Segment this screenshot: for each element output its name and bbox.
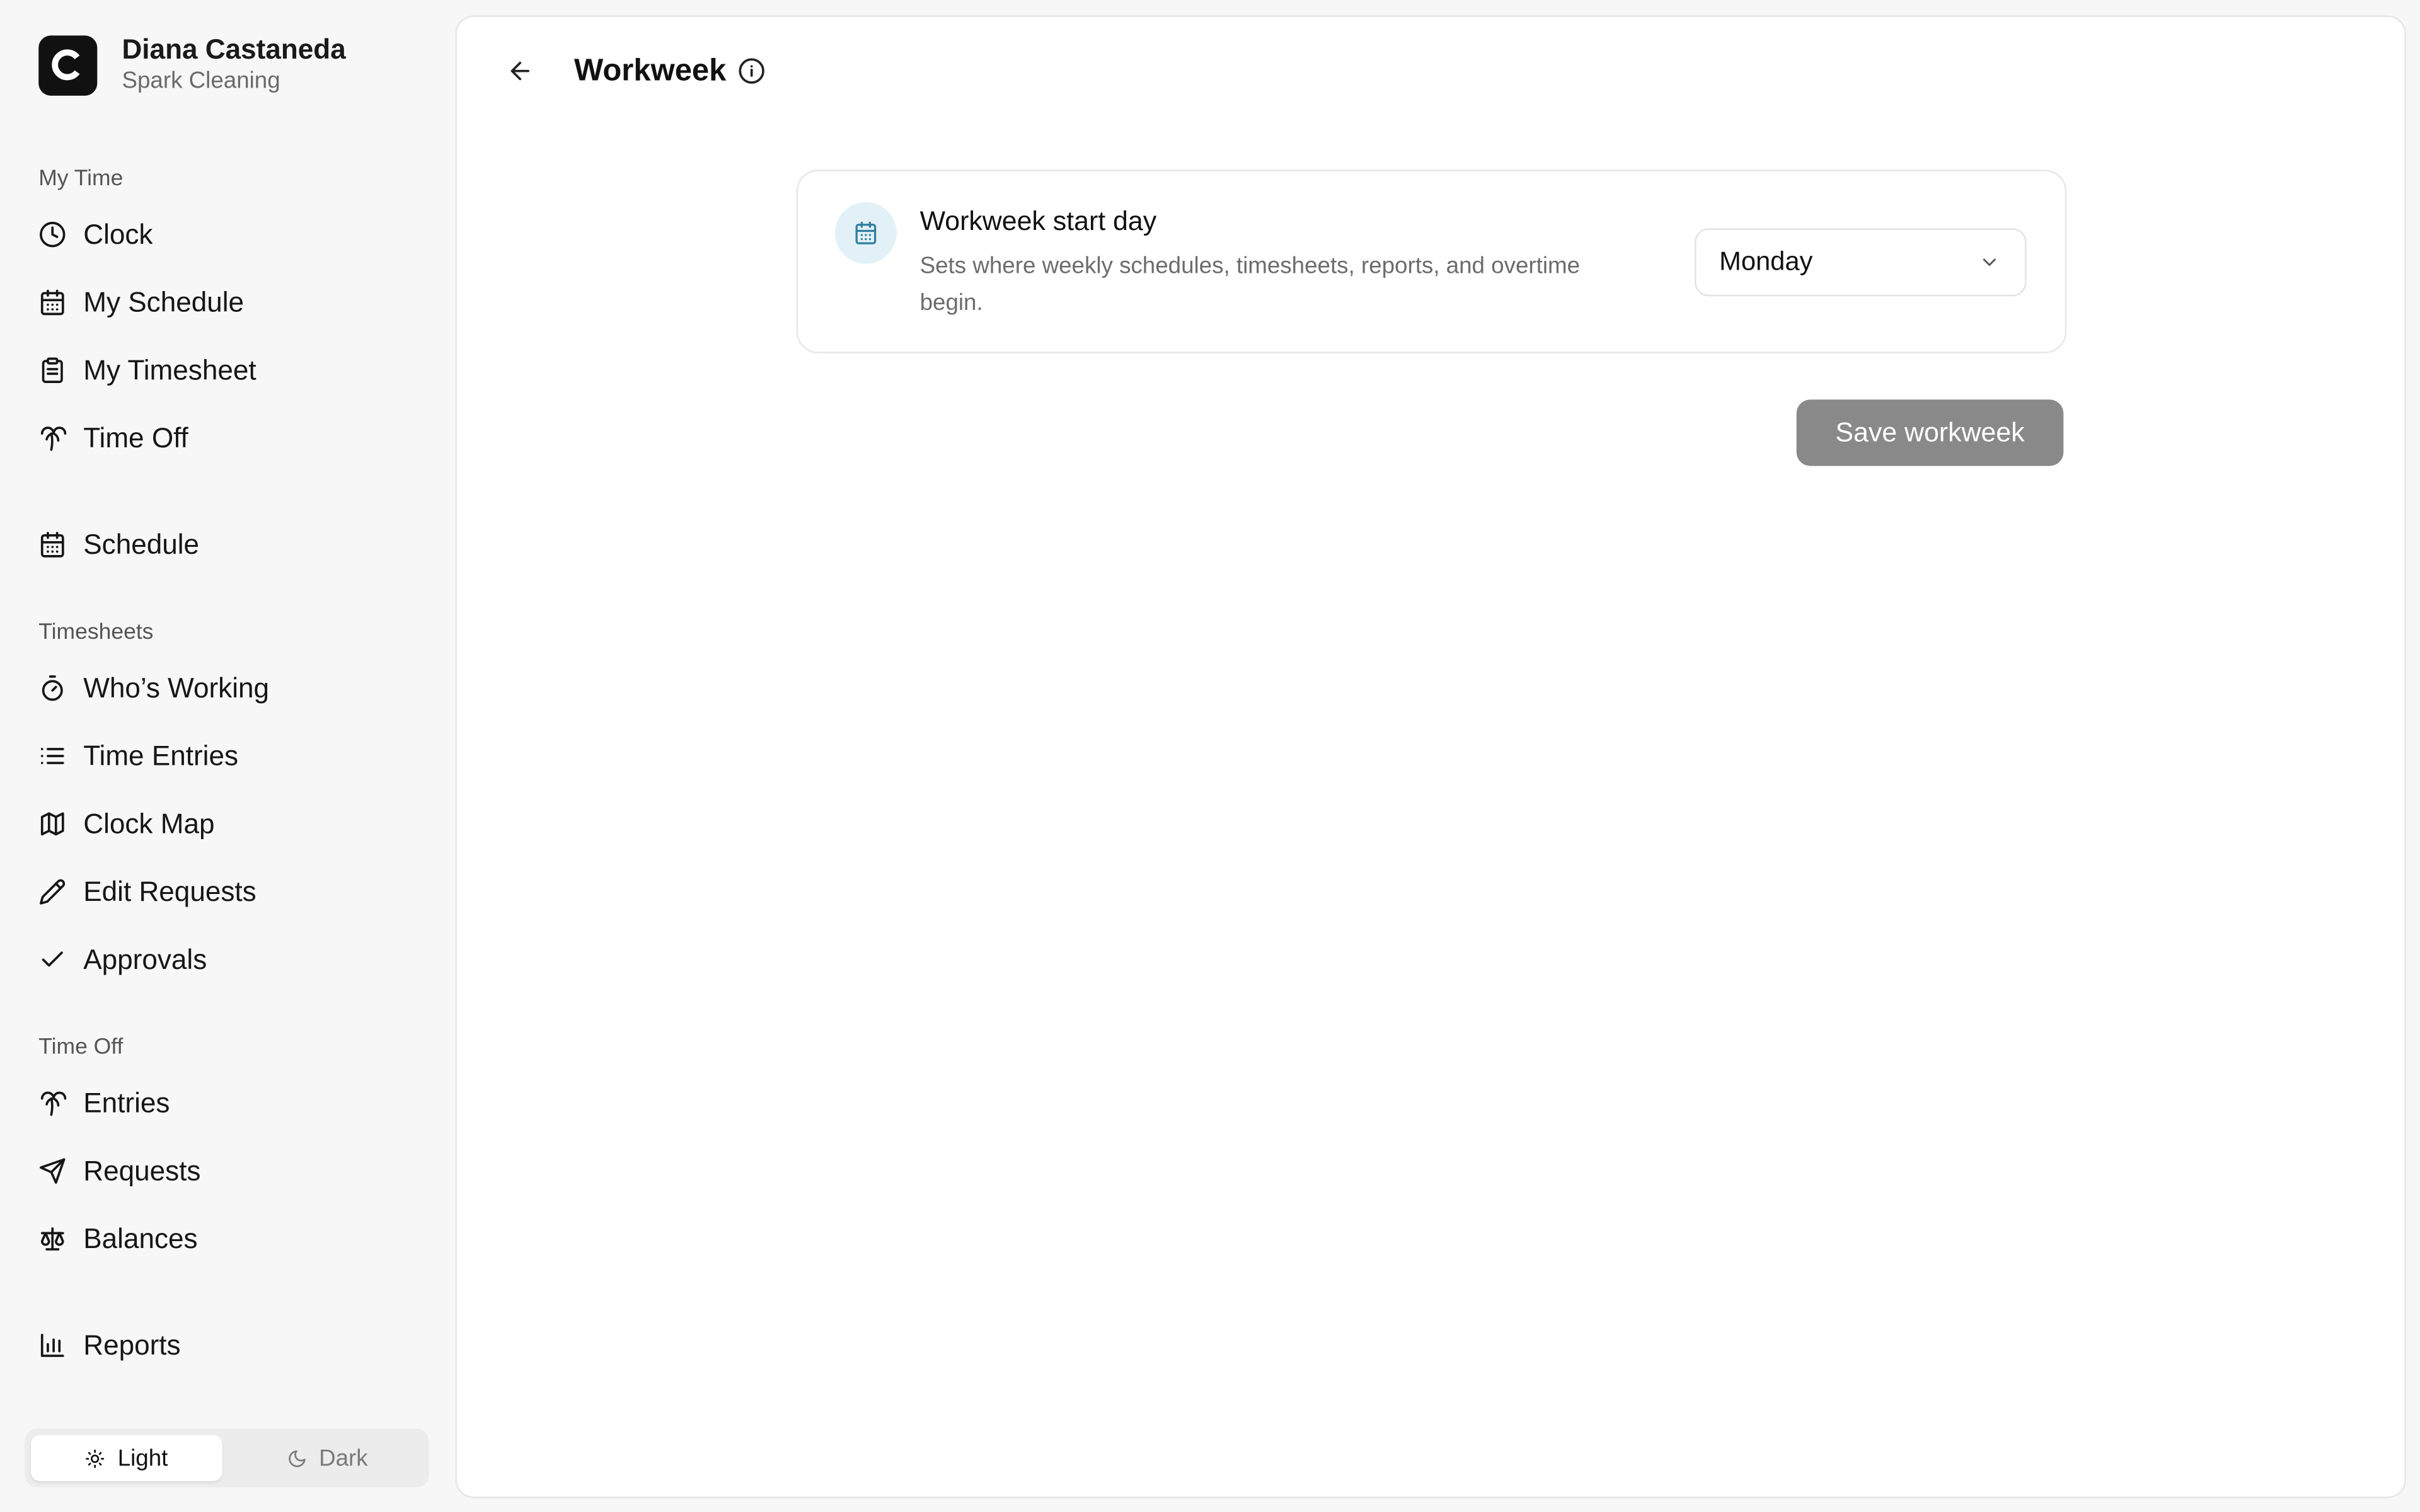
arrow-left-icon [510, 61, 530, 81]
sidebar-item-label: Schedule [83, 528, 200, 559]
sidebar-item-label: Time Off [83, 421, 188, 453]
calendar-icon [38, 289, 66, 316]
sidebar-item-clock-map[interactable]: Clock Map [38, 802, 214, 845]
sidebar-item-edit-requests[interactable]: Edit Requests [38, 870, 256, 914]
sidebar-item-label: Time Entries [83, 740, 239, 771]
calendar-icon [38, 530, 66, 558]
scale-icon [38, 1225, 66, 1253]
theme-dark-label: Dark [319, 1445, 368, 1472]
sidebar-item-schedule[interactable]: Schedule [38, 523, 199, 566]
pencil-icon [38, 878, 66, 905]
sidebar-item-label: Edit Requests [83, 875, 256, 907]
page-title: Workweek [574, 53, 727, 88]
back-button[interactable] [503, 54, 537, 88]
list-icon [38, 742, 66, 770]
workweek-start-day-select[interactable]: Monday [1695, 228, 2027, 297]
sidebar-item-label: Entries [83, 1087, 170, 1118]
theme-light-label: Light [117, 1445, 168, 1472]
user-name: Diana Castaneda [122, 33, 346, 65]
save-workweek-button[interactable]: Save workweek [1796, 399, 2064, 466]
theme-dark-button[interactable]: Dark [231, 1435, 423, 1481]
section-title-time-off: Time Off [38, 1035, 124, 1060]
bar-chart-icon [38, 1331, 66, 1359]
palm-tree-icon [38, 1089, 67, 1117]
sidebar-item-label: Approvals [83, 943, 207, 975]
send-icon [38, 1157, 66, 1185]
sidebar-item-label: Clock [83, 218, 153, 249]
card-title: Workweek start day [919, 205, 1157, 236]
sidebar-item-label: Requests [83, 1155, 201, 1186]
clock-icon [38, 220, 66, 248]
logo-c-icon [52, 49, 80, 81]
sidebar-item-label: Balances [83, 1222, 198, 1254]
map-icon [38, 810, 66, 838]
theme-toggle: Light Dark [25, 1428, 429, 1487]
company-logo [38, 35, 98, 95]
sidebar-item-requests[interactable]: Requests [38, 1150, 200, 1193]
selected-day: Monday [1719, 246, 1813, 277]
stopwatch-icon [38, 674, 66, 702]
sun-icon [86, 1448, 105, 1467]
main-panel: Workweek Workweek start day Sets where w… [455, 15, 2406, 1498]
sidebar-item-time-entries[interactable]: Time Entries [38, 735, 238, 778]
check-icon [38, 946, 66, 973]
theme-light-button[interactable]: Light [30, 1435, 222, 1482]
account-header[interactable]: Diana Castaneda Spark Cleaning [38, 34, 346, 96]
sidebar-item-clock[interactable]: Clock [38, 213, 153, 256]
sidebar-item-my-timesheet[interactable]: My Timesheet [38, 348, 256, 392]
sidebar-item-label: Reports [83, 1329, 181, 1360]
page-header: Workweek [503, 51, 764, 91]
calendar-icon [834, 202, 897, 264]
section-title-timesheets: Timesheets [38, 620, 154, 645]
card-description: Sets where weekly schedules, timesheets,… [919, 253, 1581, 317]
sidebar-item-label: Who’s Working [83, 672, 270, 703]
sidebar-item-label: My Schedule [83, 286, 245, 318]
info-icon[interactable] [737, 57, 765, 85]
sidebar-item-reports[interactable]: Reports [38, 1324, 181, 1367]
chevron-down-icon [1983, 258, 1996, 266]
moon-icon [288, 1450, 305, 1467]
sidebar-item-entries[interactable]: Entries [38, 1082, 170, 1125]
sidebar-item-label: Clock Map [83, 808, 215, 839]
sidebar: Diana Castaneda Spark Cleaning My Time C… [0, 0, 454, 1512]
workweek-start-day-card: Workweek start day Sets where weekly sch… [796, 169, 2067, 353]
sidebar-item-time-off[interactable]: Time Off [38, 416, 188, 460]
organization-name: Spark Cleaning [122, 67, 280, 94]
section-title-my-time: My Time [38, 166, 124, 192]
palm-tree-icon [38, 424, 67, 452]
sidebar-item-my-schedule[interactable]: My Schedule [38, 281, 244, 324]
sidebar-item-approvals[interactable]: Approvals [38, 938, 207, 982]
clipboard-icon [38, 357, 66, 384]
sidebar-item-whos-working[interactable]: Who’s Working [38, 667, 269, 710]
sidebar-item-balances[interactable]: Balances [38, 1217, 198, 1261]
sidebar-item-label: My Timesheet [83, 354, 256, 386]
